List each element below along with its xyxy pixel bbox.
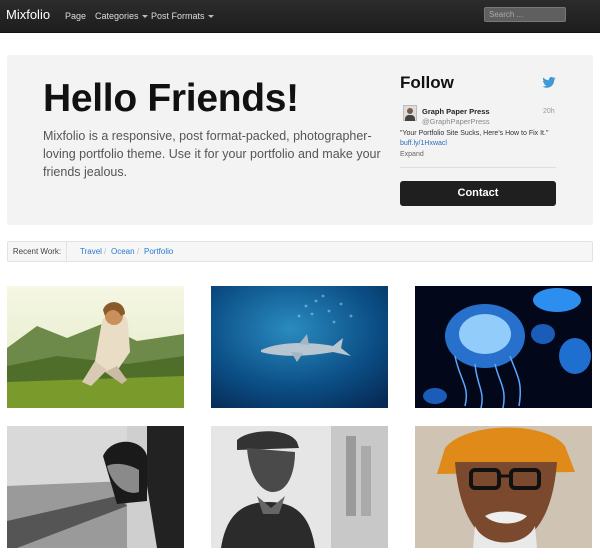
contact-button[interactable]: Contact <box>400 181 556 206</box>
search-input[interactable] <box>484 7 566 22</box>
breadcrumb: Recent Work: Travel / Ocean / Portfolio <box>7 241 593 262</box>
tweet-timestamp[interactable]: 20h <box>543 108 555 115</box>
twitter-bird-icon[interactable] <box>542 77 556 88</box>
tweet-text: "Your Portfolio Site Sucks, Here's How t… <box>400 130 549 147</box>
photo-woman-hillside[interactable] <box>7 286 184 408</box>
photo-jellyfish[interactable] <box>415 286 592 408</box>
breadcrumb-separator: / <box>104 247 107 256</box>
photo-shark-underwater[interactable] <box>211 286 388 408</box>
brand-logo[interactable]: Mixfolio <box>6 7 50 22</box>
hero-unit: Hello Friends! Mixfolio is a responsive,… <box>7 55 593 225</box>
breadcrumb-separator: / <box>137 247 140 256</box>
hero-title: Hello Friends! <box>43 77 299 120</box>
photo-train-window[interactable] <box>7 426 184 548</box>
divider <box>400 167 556 168</box>
tweet-expand-link[interactable]: Expand <box>400 151 424 158</box>
tweet-author-handle[interactable]: @GraphPaperPress <box>422 117 490 126</box>
nav-item-categories[interactable]: Categories <box>95 11 148 21</box>
breadcrumb-item-travel[interactable]: Travel <box>80 247 102 256</box>
breadcrumb-item-portfolio[interactable]: Portfolio <box>144 247 173 256</box>
tweet-link[interactable]: buff.ly/1Hxwacl <box>400 140 447 147</box>
hero-description: Mixfolio is a responsive, post format-pa… <box>43 129 381 179</box>
nav-item-page[interactable]: Page <box>65 11 86 21</box>
recent-work-label: Recent Work: <box>8 242 67 261</box>
photo-man-cap[interactable] <box>211 426 388 548</box>
avatar[interactable] <box>403 105 417 121</box>
navbar: Mixfolio Page Categories Post Formats <box>0 0 600 33</box>
photo-man-turban[interactable] <box>415 426 592 548</box>
follow-title: Follow <box>400 73 454 92</box>
chevron-down-icon <box>207 15 214 19</box>
breadcrumb-item-ocean[interactable]: Ocean <box>111 247 135 256</box>
nav-item-post-formats[interactable]: Post Formats <box>151 11 214 21</box>
chevron-down-icon <box>141 15 148 19</box>
tweet-author-name[interactable]: Graph Paper Press <box>422 107 490 116</box>
